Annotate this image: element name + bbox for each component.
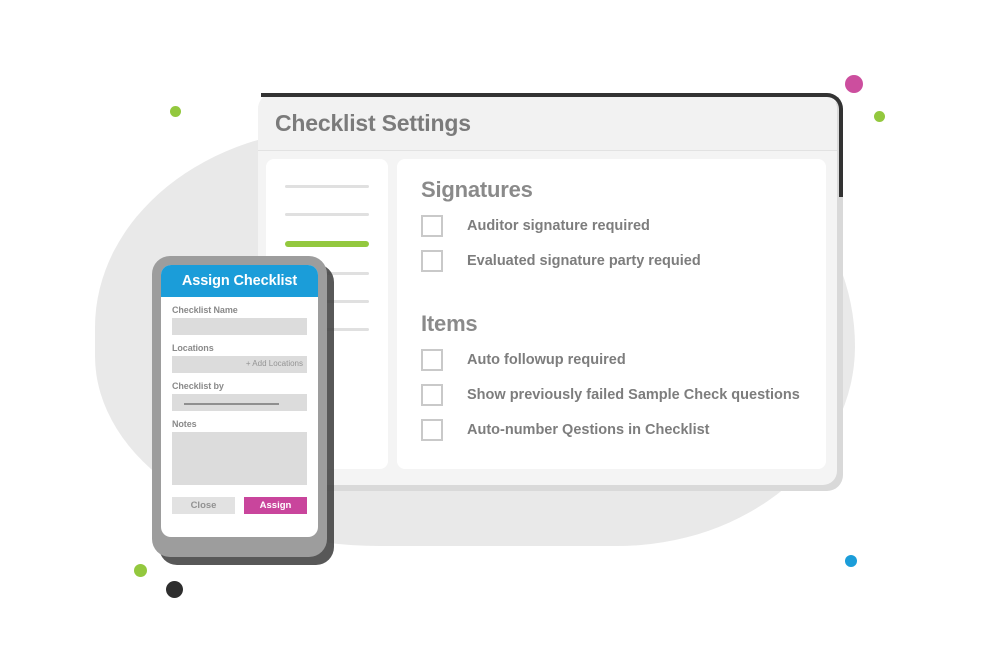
close-button[interactable]: Close xyxy=(172,497,235,514)
illustration-scene: Checklist Settings Signatures Auditor si… xyxy=(0,0,1000,667)
checkbox-row[interactable]: Show previously failed Sample Check ques… xyxy=(421,382,811,408)
checkbox-row[interactable]: Auto-number Qestions in Checklist xyxy=(421,417,811,443)
field-input[interactable] xyxy=(172,394,307,411)
assign-button[interactable]: Assign xyxy=(244,497,307,514)
option-list: Auto followup required Show previously fa… xyxy=(421,347,811,443)
window-titlebar: Checklist Settings xyxy=(258,93,837,151)
checkbox-icon[interactable] xyxy=(421,215,443,237)
assign-checklist-actions: Close Assign xyxy=(161,493,318,514)
sidebar-item-3-active[interactable] xyxy=(285,241,369,247)
section-signatures: Signatures Auditor signature required Eva… xyxy=(421,177,811,283)
assign-checklist-header: Assign Checklist xyxy=(161,265,318,297)
checkbox-label: Show previously failed Sample Check ques… xyxy=(467,387,800,403)
settings-content-card: Signatures Auditor signature required Eva… xyxy=(397,159,826,469)
window-body: Checklist Settings Signatures Auditor si… xyxy=(258,93,837,485)
dot-green-top-left xyxy=(170,106,181,117)
checkbox-label: Auto-number Qestions in Checklist xyxy=(467,422,710,438)
checkbox-icon[interactable] xyxy=(421,419,443,441)
field-label: Locations xyxy=(172,343,214,353)
section-items: Items Auto followup required Show previou… xyxy=(421,311,811,452)
phone-mockup: Assign Checklist Checklist Name Locations… xyxy=(152,256,334,565)
page-title: Checklist Settings xyxy=(275,110,471,136)
assign-checklist-form: Checklist Name Locations + Add Locations Ch… xyxy=(161,297,318,485)
checkbox-icon[interactable] xyxy=(421,384,443,406)
dot-green-top-right xyxy=(874,111,885,122)
dot-dark-bottom-left xyxy=(166,581,183,598)
add-locations-link[interactable]: + Add Locations xyxy=(246,359,303,368)
checkbox-icon[interactable] xyxy=(421,250,443,272)
phone-screen: Assign Checklist Checklist Name Locations… xyxy=(161,265,318,537)
field-input[interactable] xyxy=(172,318,307,335)
sidebar-item-2[interactable] xyxy=(285,213,369,216)
field-input[interactable]: + Add Locations xyxy=(172,356,307,373)
checkbox-icon[interactable] xyxy=(421,349,443,371)
dot-green-bottom-left xyxy=(134,564,147,577)
dot-blue-bottom-right xyxy=(845,555,857,567)
checklist-settings-window: Checklist Settings Signatures Auditor si… xyxy=(258,93,843,491)
checkbox-label: Evaluated signature party requied xyxy=(467,253,701,269)
section-title: Items xyxy=(421,311,478,336)
field-label: Checklist by xyxy=(172,381,224,391)
checkbox-label: Auto followup required xyxy=(467,352,626,368)
checkbox-row[interactable]: Auto followup required xyxy=(421,347,811,373)
option-list: Auditor signature required Evaluated sign… xyxy=(421,213,811,274)
field-label: Checklist Name xyxy=(172,305,238,315)
field-input[interactable] xyxy=(172,432,307,485)
checkbox-row[interactable]: Evaluated signature party requied xyxy=(421,248,811,274)
dot-magenta-top-right xyxy=(845,75,863,93)
field-label: Notes xyxy=(172,419,197,429)
checkbox-row[interactable]: Auditor signature required xyxy=(421,213,811,239)
section-title: Signatures xyxy=(421,177,533,202)
sidebar-item-1[interactable] xyxy=(285,185,369,188)
assign-checklist-title: Assign Checklist xyxy=(181,273,298,289)
signature-line xyxy=(184,403,279,405)
checkbox-label: Auditor signature required xyxy=(467,218,650,234)
